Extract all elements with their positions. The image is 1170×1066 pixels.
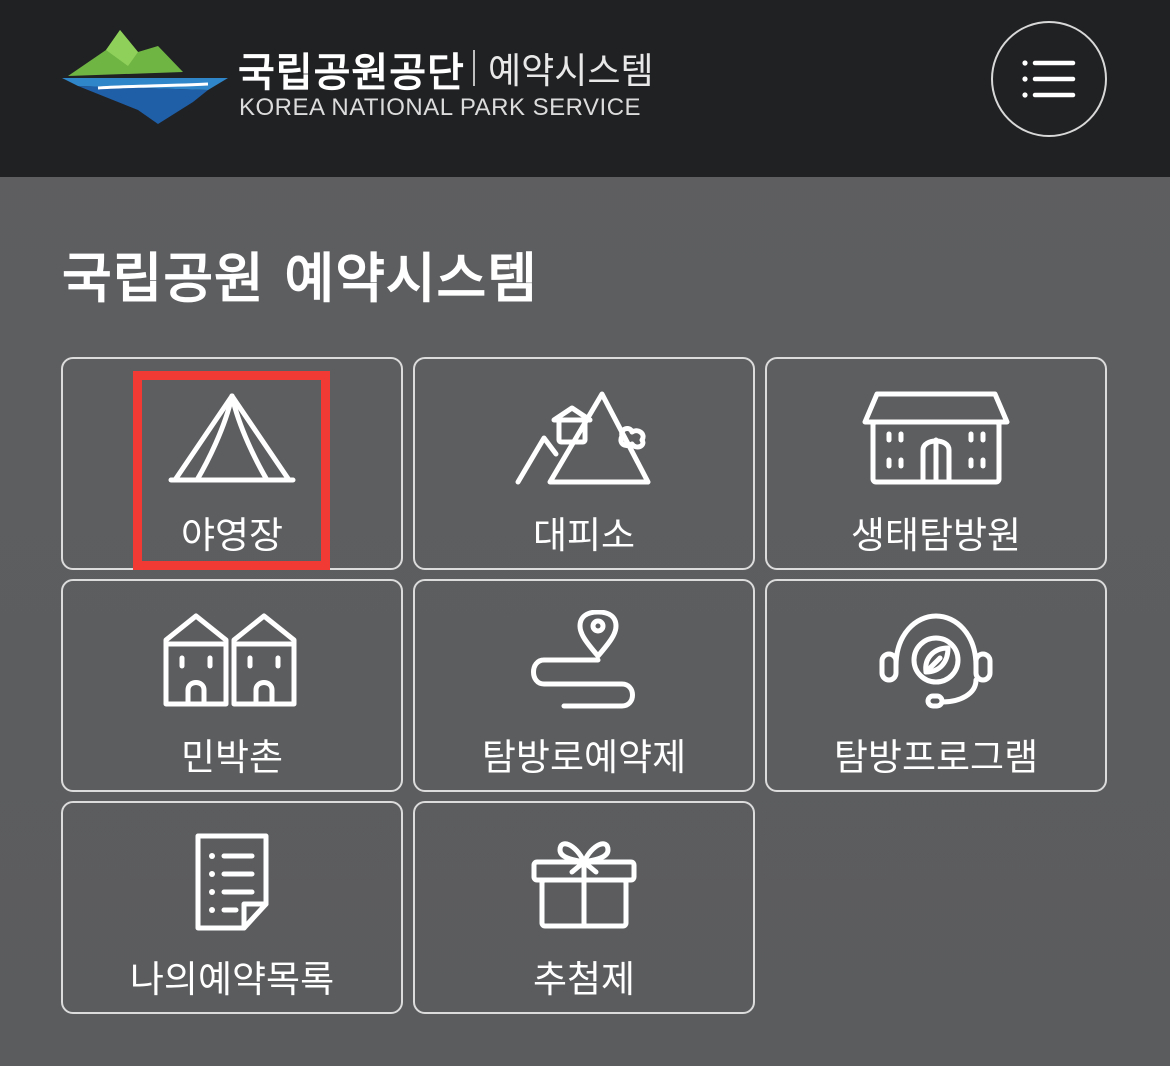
tent-icon [152,383,312,493]
menu-tile-campsite[interactable]: 야영장 [61,357,403,570]
knps-logo[interactable]: 국립공원공단 예약시스템 KOREA NATIONAL PARK SERVICE [58,28,678,128]
building-icon [856,383,1016,493]
menu-tile-label: 생태탐방원 [850,514,1022,557]
menu-tile-label: 대피소 [532,514,636,557]
menu-tile-shelter[interactable]: 대피소 [413,357,755,570]
menu-tile-eco-center[interactable]: 생태탐방원 [765,357,1107,570]
page-title: 국립공원 예약시스템 [62,247,538,310]
logo-divider [473,50,475,86]
system-name: 예약시스템 [488,51,654,92]
headset-leaf-icon [856,605,1016,715]
org-name-en: KOREA NATIONAL PARK SERVICE [239,94,642,121]
org-name: 국립공원공단 [238,50,465,96]
menu-tile-my-reservations[interactable]: 나의예약목록 [61,801,403,1014]
gift-icon [504,827,664,937]
menu-tile-trail-reservation[interactable]: 탐방로예약제 [413,579,755,792]
hamburger-menu-icon [1022,60,1076,98]
menu-tile-minbak[interactable]: 민박촌 [61,579,403,792]
menu-button[interactable] [991,21,1107,137]
header: 국립공원공단 예약시스템 KOREA NATIONAL PARK SERVICE [0,0,1170,177]
mountain-shelter-icon [504,383,664,493]
menu-tile-lottery[interactable]: 추첨제 [413,801,755,1014]
menu-tile-program[interactable]: 탐방프로그램 [765,579,1107,792]
houses-icon [152,605,312,715]
document-list-icon [152,827,312,937]
menu-tile-label: 민박촌 [180,736,284,779]
knps-logo-icon [62,30,228,124]
menu-tile-label: 추첨제 [532,958,636,1001]
trail-pin-icon [504,605,664,715]
menu-tile-label: 나의예약목록 [129,958,335,1001]
menu-tile-label: 야영장 [180,514,284,557]
menu-tile-label: 탐방프로그램 [833,736,1039,779]
menu-tile-label: 탐방로예약제 [481,736,687,779]
